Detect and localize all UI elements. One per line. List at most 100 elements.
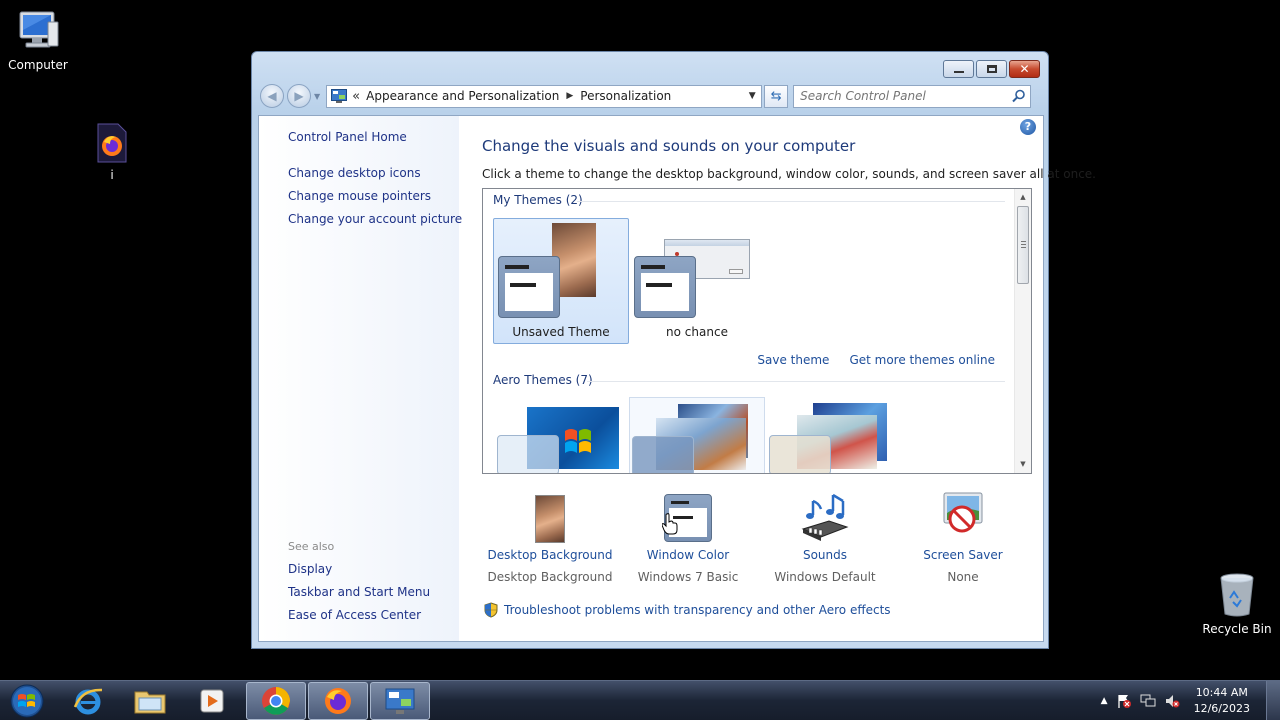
taskbar-windows-explorer[interactable]	[120, 682, 180, 720]
personalization-window: ✕ ◀ ▶ ▼ « Appearance and Personalization…	[251, 51, 1096, 649]
firefox-file-icon	[96, 122, 128, 164]
action-center-flag-icon[interactable]	[1116, 693, 1132, 709]
my-themes-links: Save theme Get more themes online	[757, 353, 995, 367]
left-task-pane: Control Panel Home Change desktop icons …	[259, 116, 462, 641]
refresh-button[interactable]: ⇆	[764, 84, 789, 108]
show-hidden-icons-icon[interactable]: ▲	[1101, 696, 1108, 706]
refresh-icon: ⇆	[770, 88, 782, 104]
taskbar-media-player[interactable]	[182, 682, 242, 720]
see-also-label: See also	[288, 540, 335, 553]
breadcrumb-separator-icon[interactable]: ▶	[566, 91, 573, 101]
minimize-icon	[953, 71, 964, 73]
get-more-themes-link[interactable]: Get more themes online	[849, 353, 995, 367]
hand-cursor-icon	[662, 513, 678, 535]
back-button[interactable]: ◀	[260, 84, 284, 108]
minimize-button[interactable]	[943, 60, 974, 78]
clock-date: 12/6/2023	[1193, 702, 1250, 715]
link-ease-of-access[interactable]: Ease of Access Center	[288, 608, 421, 622]
back-arrow-icon: ◀	[267, 89, 277, 103]
aero-theme-windows7[interactable]	[497, 401, 633, 473]
page-description: Click a theme to change the desktop back…	[482, 167, 1096, 181]
address-bar[interactable]: « Appearance and Personalization ▶ Perso…	[326, 84, 763, 108]
screen-saver-icon	[938, 491, 988, 545]
group-divider	[587, 381, 1005, 382]
link-change-account-picture[interactable]: Change your account picture	[288, 212, 462, 226]
scroll-thumb[interactable]	[1017, 206, 1029, 284]
taskbar-internet-explorer[interactable]	[58, 682, 118, 720]
address-dropdown-icon[interactable]: ▼	[743, 91, 761, 101]
window-color-value: Windows 7 Basic	[637, 570, 739, 584]
control-panel-icon	[385, 688, 415, 714]
theme-no-chance[interactable]: no chance	[629, 218, 765, 344]
start-button[interactable]	[4, 682, 50, 720]
navigation-bar: ◀ ▶ ▼ « Appearance and Personalization ▶…	[260, 84, 1042, 108]
desktop-background-value: Desktop Background	[487, 570, 613, 584]
link-change-desktop-icons[interactable]: Change desktop icons	[288, 166, 421, 180]
themes-list: My Themes (2) Unsaved Theme no chance Sa…	[482, 188, 1032, 474]
desktop-icon-label: i	[110, 168, 114, 182]
sounds-value: Windows Default	[774, 570, 876, 584]
aero-theme-landscapes[interactable]	[767, 401, 903, 473]
windows-orb-icon	[10, 684, 44, 718]
volume-muted-icon[interactable]	[1164, 693, 1180, 709]
desktop-icon-file-i[interactable]: i	[74, 122, 150, 182]
sounds-title[interactable]: Sounds	[760, 548, 890, 562]
desktop-icon-recycle-bin[interactable]: Recycle Bin	[1199, 572, 1275, 636]
link-display[interactable]: Display	[288, 562, 332, 576]
breadcrumb-personalization[interactable]: Personalization	[580, 89, 671, 103]
close-icon: ✕	[1019, 62, 1030, 76]
maximize-icon	[986, 65, 997, 73]
screen-saver-title[interactable]: Screen Saver	[898, 548, 1028, 562]
aero-theme-architecture[interactable]	[629, 397, 765, 473]
my-themes-header[interactable]: My Themes (2)	[493, 193, 583, 207]
themes-scrollbar[interactable]: ▲ ▼	[1014, 189, 1031, 473]
save-theme-link[interactable]: Save theme	[757, 353, 829, 367]
network-icon[interactable]	[1140, 693, 1156, 709]
recent-pages-dropdown[interactable]: ▼	[314, 92, 320, 101]
desktop-icon-label: Computer	[8, 58, 68, 72]
media-player-icon	[200, 689, 224, 713]
group-divider	[577, 201, 1005, 202]
desktop-background-item[interactable]: Desktop Background Desktop Background	[485, 491, 615, 584]
windows-explorer-icon	[134, 691, 166, 714]
window-color-title[interactable]: Window Color	[623, 548, 753, 562]
desktop-icon-computer[interactable]: Computer	[0, 8, 76, 72]
sounds-item[interactable]: Sounds Windows Default	[760, 491, 890, 584]
desktop-background-title[interactable]: Desktop Background	[485, 548, 615, 562]
theme-name: Unsaved Theme	[512, 325, 610, 339]
taskbar-chrome[interactable]	[246, 682, 306, 720]
troubleshoot-link[interactable]: Troubleshoot problems with transparency …	[484, 602, 891, 618]
clock-time: 10:44 AM	[1195, 686, 1248, 699]
window-color-item[interactable]: Window Color Windows 7 Basic	[623, 491, 753, 584]
breadcrumb-overflow[interactable]: «	[352, 89, 360, 104]
forward-button[interactable]: ▶	[287, 84, 311, 108]
show-desktop-button[interactable]	[1266, 681, 1280, 720]
chrome-icon	[262, 687, 290, 715]
search-input[interactable]	[800, 89, 1009, 103]
search-box[interactable]	[793, 84, 1032, 108]
theme-name: no chance	[666, 325, 728, 339]
scroll-down-icon[interactable]: ▼	[1015, 456, 1031, 473]
screen-saver-item[interactable]: Screen Saver None	[898, 491, 1028, 584]
link-change-mouse-pointers[interactable]: Change mouse pointers	[288, 189, 431, 203]
clock[interactable]: 10:44 AM 12/6/2023	[1194, 685, 1250, 717]
taskbar-firefox[interactable]	[308, 682, 368, 720]
theme-window-thumbnail	[498, 256, 560, 318]
scroll-up-icon[interactable]: ▲	[1015, 189, 1031, 206]
breadcrumb-appearance[interactable]: Appearance and Personalization	[366, 89, 559, 103]
taskbar: ▲ 10:44 AM 12/6/2023	[0, 680, 1280, 720]
link-control-panel-home[interactable]: Control Panel Home	[288, 130, 407, 144]
forward-arrow-icon: ▶	[294, 89, 304, 103]
search-icon	[1012, 89, 1025, 103]
firefox-icon	[325, 688, 351, 714]
maximize-button[interactable]	[976, 60, 1007, 78]
taskbar-control-panel[interactable]	[370, 682, 430, 720]
help-icon[interactable]: ?	[1020, 119, 1036, 135]
troubleshoot-label[interactable]: Troubleshoot problems with transparency …	[504, 603, 891, 617]
theme-unsaved[interactable]: Unsaved Theme	[493, 218, 629, 344]
close-button[interactable]: ✕	[1009, 60, 1040, 78]
link-taskbar-start-menu[interactable]: Taskbar and Start Menu	[288, 585, 430, 599]
aero-themes-header[interactable]: Aero Themes (7)	[493, 373, 593, 387]
page-title: Change the visuals and sounds on your co…	[482, 137, 856, 155]
recycle-bin-icon	[1217, 572, 1257, 618]
